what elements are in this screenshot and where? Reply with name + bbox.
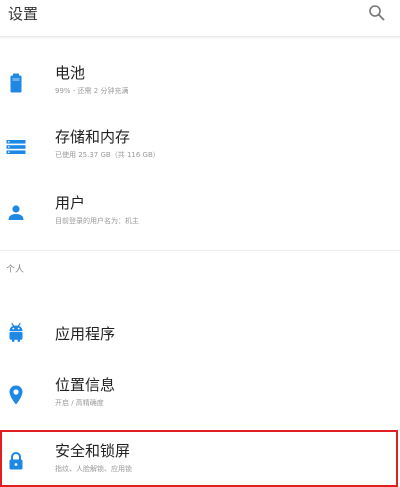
- app-bar: 设置: [0, 0, 400, 37]
- settings-item-label: 存储和内存: [55, 128, 131, 146]
- settings-item-location[interactable]: 位置信息 开启 / 高精确度: [0, 364, 400, 424]
- location-icon: [9, 385, 23, 405]
- settings-item-label: 位置信息: [55, 376, 116, 394]
- settings-item-subtitle: 99% - 还需 2 分钟充满: [55, 87, 129, 95]
- settings-item-security[interactable]: 安全和锁屏 指纹、人脸解锁、应用锁: [0, 430, 398, 487]
- settings-item-subtitle: 目前登录的用户名为：机主: [55, 217, 139, 225]
- settings-item-subtitle: 指纹、人脸解锁、应用锁: [55, 465, 132, 473]
- user-icon: [8, 205, 24, 220]
- section-divider: [0, 250, 400, 251]
- settings-screen: 设置 电池 99% - 还需 2 分钟充满 存储和内存 已使用 25.37 GB…: [0, 0, 400, 487]
- settings-item-subtitle: 已使用 25.37 GB（共 116 GB）: [55, 151, 160, 159]
- settings-item-label: 用户: [55, 194, 86, 212]
- android-icon: [9, 322, 23, 342]
- lock-icon: [9, 451, 23, 470]
- settings-item-label: 安全和锁屏: [55, 442, 131, 460]
- settings-item-user[interactable]: 用户 目前登录的用户名为：机主: [0, 182, 400, 242]
- search-icon[interactable]: [368, 4, 386, 22]
- battery-icon: [10, 73, 22, 93]
- section-header-personal: 个人: [6, 265, 25, 275]
- settings-item-battery[interactable]: 电池 99% - 还需 2 分钟充满: [0, 52, 400, 112]
- settings-item-subtitle: 开启 / 高精确度: [55, 399, 104, 407]
- storage-icon: [6, 140, 26, 154]
- page-title: 设置: [8, 5, 39, 23]
- settings-item-label: 应用程序: [55, 325, 116, 343]
- settings-item-storage[interactable]: 存储和内存 已使用 25.37 GB（共 116 GB）: [0, 116, 400, 176]
- settings-item-apps[interactable]: 应用程序: [0, 301, 400, 361]
- settings-item-label: 电池: [55, 64, 86, 82]
